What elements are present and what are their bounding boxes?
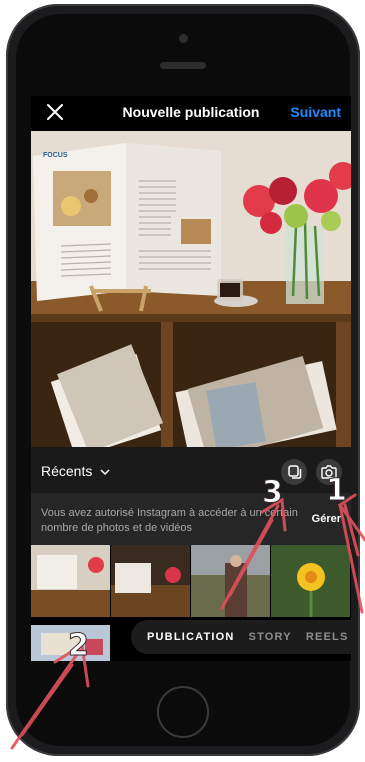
top-bar: Nouvelle publication Suivant — [31, 96, 351, 128]
camera-button[interactable] — [316, 459, 342, 485]
tab-reels[interactable]: REELS — [299, 631, 351, 643]
notice-text: Vous avez autorisé Instagram à accéder à… — [41, 507, 298, 534]
album-selector-row: Récents — [31, 447, 351, 493]
camera-icon — [321, 465, 337, 479]
photo-image: FOCUS — [31, 131, 351, 447]
magazine-heading: FOCUS — [43, 152, 68, 159]
front-camera — [179, 34, 188, 43]
multi-select-button[interactable] — [281, 459, 307, 485]
mode-tab-bar: PUBLICATION STORY REELS — [131, 620, 351, 654]
selected-photo-preview[interactable]: FOCUS — [31, 131, 351, 447]
tab-publication[interactable]: PUBLICATION — [131, 631, 242, 643]
tab-story[interactable]: STORY — [242, 631, 299, 643]
next-button[interactable]: Suivant — [290, 104, 341, 120]
photo-thumbnail[interactable] — [31, 625, 110, 661]
earpiece-speaker — [160, 62, 206, 69]
album-dropdown[interactable]: Récents — [41, 463, 110, 479]
photo-thumbnail[interactable] — [111, 545, 190, 617]
multi-select-icon — [288, 465, 302, 479]
album-label: Récents — [41, 463, 93, 479]
chevron-down-icon — [100, 469, 110, 476]
manage-access-link[interactable]: Gérer — [312, 513, 341, 525]
screen: Nouvelle publication Suivant FOCUS Récen… — [31, 96, 351, 661]
home-button[interactable] — [157, 686, 209, 738]
photo-thumbnail[interactable] — [31, 545, 110, 617]
photo-access-notice: Vous avez autorisé Instagram à accéder à… — [31, 493, 351, 545]
photo-thumbnail[interactable] — [271, 545, 350, 617]
photo-thumbnail[interactable] — [191, 545, 270, 617]
